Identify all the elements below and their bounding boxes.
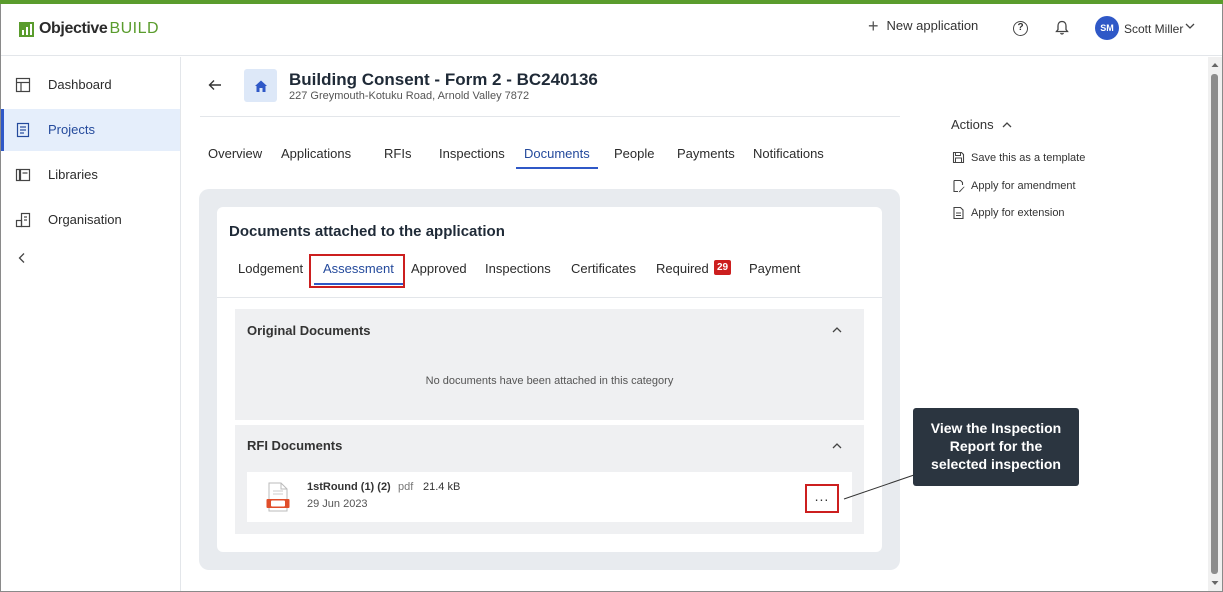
- document-type: pdf: [398, 481, 414, 493]
- bell-icon[interactable]: [1055, 20, 1069, 36]
- scroll-up-icon[interactable]: [1210, 60, 1220, 70]
- sidebar-item-organisation[interactable]: Organisation: [1, 199, 180, 241]
- vertical-scrollbar[interactable]: [1208, 57, 1222, 591]
- subtab-payment[interactable]: Payment: [749, 261, 800, 276]
- new-application-button[interactable]: + New application: [868, 15, 979, 36]
- sidebar-item-libraries[interactable]: Libraries: [1, 154, 180, 196]
- section-title: Original Documents: [247, 323, 371, 338]
- action-label: Apply for extension: [971, 207, 1065, 219]
- plus-icon: +: [868, 15, 879, 36]
- document-row[interactable]: [247, 472, 852, 522]
- scroll-down-icon[interactable]: [1210, 578, 1220, 588]
- action-label: Save this as a template: [971, 151, 1086, 164]
- page-title: Building Consent - Form 2 - BC240136: [289, 70, 598, 89]
- actions-toggle[interactable]: Actions: [951, 117, 1012, 132]
- actions-title: Actions: [951, 117, 994, 132]
- user-name[interactable]: Scott Miller: [1124, 22, 1183, 36]
- tab-notifications[interactable]: Notifications: [745, 140, 832, 167]
- sidebar-item-label: Dashboard: [48, 77, 112, 92]
- pdf-file-icon: [266, 482, 290, 512]
- sidebar-item-projects[interactable]: Projects: [1, 109, 180, 151]
- section-title: RFI Documents: [247, 438, 343, 453]
- callout-line-3: selected inspection: [931, 456, 1061, 472]
- empty-message: No documents have been attached in this …: [425, 375, 674, 387]
- apply-extension-action[interactable]: Apply for extension: [952, 206, 1065, 220]
- new-application-label: New application: [886, 18, 979, 33]
- sidebar-item-dashboard[interactable]: Dashboard: [1, 64, 180, 106]
- subtab-required[interactable]: Required: [656, 261, 709, 276]
- avatar[interactable]: SM: [1095, 16, 1119, 40]
- document-name[interactable]: 1stRound (1) (2): [307, 481, 391, 493]
- scroll-thumb[interactable]: [1211, 74, 1218, 574]
- chevron-up-icon[interactable]: [832, 326, 842, 333]
- chevron-down-icon[interactable]: [1185, 22, 1195, 30]
- chevron-up-icon[interactable]: [832, 442, 842, 449]
- document-icon: [953, 206, 964, 220]
- chevron-left-icon[interactable]: [17, 252, 27, 264]
- callout-pointer: [843, 474, 915, 500]
- document-size: 21.4 kB: [423, 481, 461, 493]
- callout-line-1: View the Inspection: [930, 420, 1062, 436]
- sidebar: Dashboard Projects Libraries Organisatio…: [1, 57, 181, 591]
- tab-rfis[interactable]: RFIs: [376, 140, 419, 167]
- original-documents-section: Original Documents No documents have bee…: [235, 309, 864, 420]
- tab-documents[interactable]: Documents: [516, 140, 598, 169]
- sidebar-item-label: Projects: [48, 122, 95, 137]
- subtab-approved[interactable]: Approved: [411, 261, 467, 276]
- subtab-inspections[interactable]: Inspections: [485, 261, 551, 276]
- sidebar-item-label: Libraries: [48, 167, 98, 182]
- tab-applications[interactable]: Applications: [273, 140, 359, 167]
- home-icon: [244, 69, 277, 102]
- brand-logo[interactable]: Objective BUILD: [19, 20, 159, 38]
- more-options-button[interactable]: ...: [805, 484, 839, 513]
- document-date: 29 Jun 2023: [307, 498, 368, 510]
- save-template-action[interactable]: Save this as a template: [952, 151, 1085, 164]
- projects-icon: [16, 122, 30, 138]
- sidebar-item-label: Organisation: [48, 212, 122, 227]
- tab-overview[interactable]: Overview: [200, 140, 270, 167]
- logo-icon: [19, 21, 34, 37]
- documents-heading: Documents attached to the application: [229, 223, 505, 240]
- edit-document-icon: [953, 179, 965, 193]
- libraries-icon: [15, 168, 31, 182]
- subtab-lodgement[interactable]: Lodgement: [238, 261, 303, 276]
- apply-amendment-action[interactable]: Apply for amendment: [952, 179, 1076, 193]
- application-address: 227 Greymouth-Kotuku Road, Arnold Valley…: [289, 90, 530, 102]
- chevron-up-icon: [1002, 122, 1012, 128]
- organisation-icon: [15, 212, 31, 228]
- help-icon[interactable]: ?: [1013, 21, 1028, 36]
- action-label: Apply for amendment: [971, 180, 1076, 192]
- subtab-certificates[interactable]: Certificates: [571, 261, 636, 276]
- callout-tooltip: View the Inspection Report for the selec…: [913, 408, 1079, 486]
- back-arrow-icon[interactable]: [207, 78, 223, 92]
- save-icon: [952, 151, 965, 164]
- divider: [200, 116, 900, 117]
- tab-people[interactable]: People: [606, 140, 662, 167]
- app-header: Objective BUILD: [1, 4, 1222, 56]
- dashboard-icon: [15, 77, 31, 93]
- callout-line-2: Report for the: [949, 438, 1043, 454]
- divider: [217, 297, 882, 298]
- tab-payments[interactable]: Payments: [669, 140, 743, 167]
- tab-inspections[interactable]: Inspections: [431, 140, 513, 167]
- logo-text: Objective BUILD: [39, 20, 160, 37]
- required-count-badge: 29: [714, 260, 731, 275]
- assessment-highlight-box: [309, 254, 405, 288]
